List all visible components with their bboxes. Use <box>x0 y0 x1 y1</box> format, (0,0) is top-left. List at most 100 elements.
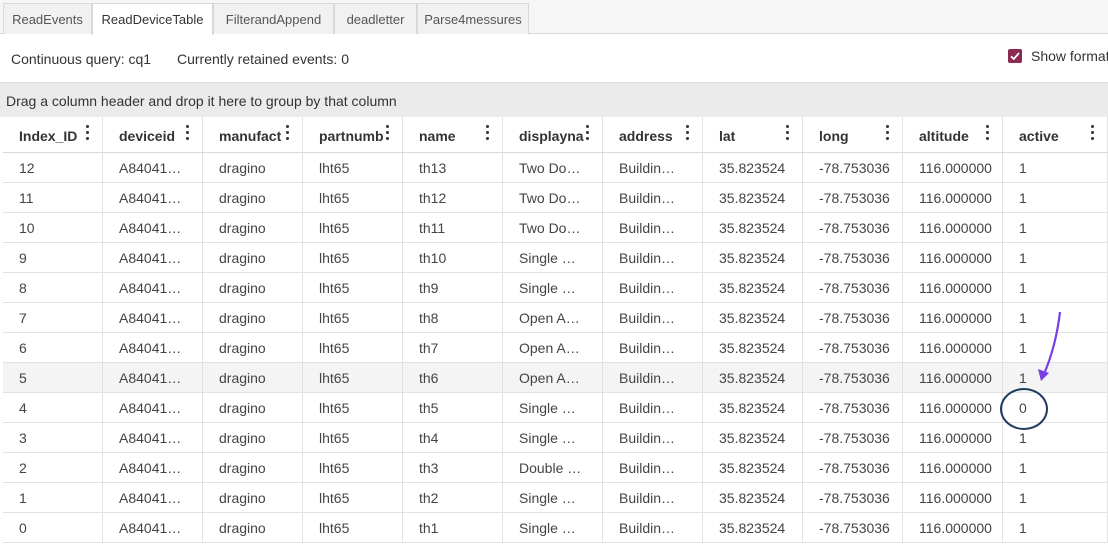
table-row[interactable]: 11 A84041… dragino lht65 th12 Two Do… Buildin…… <box>3 183 1108 213</box>
table-row[interactable]: 5 A84041… dragino lht65 th6 Open A… Buildin… 35… <box>3 363 1108 393</box>
cell-value: 35.823524 <box>719 220 786 236</box>
column-header-manufact[interactable]: manufact <box>203 117 303 152</box>
table-row[interactable]: 3 A84041… dragino lht65 th4 Single … Buildin… 3… <box>3 423 1108 453</box>
cell-value: 10 <box>19 220 35 236</box>
cell-value: Buildin… <box>619 310 676 326</box>
cell-value: 35.823524 <box>719 460 786 476</box>
column-menu-icon[interactable] <box>286 125 290 141</box>
cell-value: -78.753036 <box>819 250 890 266</box>
cell-manufact: dragino <box>203 303 303 332</box>
checkbox-checked-icon[interactable] <box>1008 49 1022 63</box>
cell-value: lht65 <box>319 460 350 476</box>
cell-value: th2 <box>419 490 439 506</box>
table-row[interactable]: 7 A84041… dragino lht65 th8 Open A… Buildin… 35… <box>3 303 1108 333</box>
table-row[interactable]: 6 A84041… dragino lht65 th7 Open A… Buildin… 35… <box>3 333 1108 363</box>
tab-readevents[interactable]: ReadEvents <box>3 3 92 34</box>
cell-address: Buildin… <box>603 513 703 542</box>
cell-value: 0 <box>19 520 27 536</box>
column-menu-icon[interactable] <box>886 125 890 141</box>
table-row[interactable]: 1 A84041… dragino lht65 th2 Single … Buildin… 3… <box>3 483 1108 513</box>
cell-manufact: dragino <box>203 213 303 242</box>
cell-lat: 35.823524 <box>703 153 803 182</box>
cell-deviceid: A84041… <box>103 243 203 272</box>
cell-active: 1 <box>1003 153 1108 182</box>
tab-readdevicetable[interactable]: ReadDeviceTable <box>92 3 213 35</box>
cell-value: 1 <box>1019 220 1027 236</box>
cell-value: dragino <box>219 370 266 386</box>
cell-displayna: Two Do… <box>503 183 603 212</box>
cell-index-id: 4 <box>3 393 103 422</box>
table-row[interactable]: 0 A84041… dragino lht65 th1 Single … Buildin… 3… <box>3 513 1108 543</box>
cell-value: A84041… <box>119 280 182 296</box>
cell-value: Buildin… <box>619 370 676 386</box>
table-row[interactable]: 2 A84041… dragino lht65 th3 Double … Buildin… 3… <box>3 453 1108 483</box>
cell-value: lht65 <box>319 340 350 356</box>
table-row[interactable]: 8 A84041… dragino lht65 th9 Single … Buildin… 3… <box>3 273 1108 303</box>
cell-value: Two Do… <box>519 220 581 236</box>
cell-lat: 35.823524 <box>703 483 803 512</box>
column-header-active[interactable]: active <box>1003 117 1108 152</box>
column-menu-icon[interactable] <box>186 125 190 141</box>
cell-name: th2 <box>403 483 503 512</box>
cell-value: Single … <box>519 280 576 296</box>
cell-value: lht65 <box>319 250 350 266</box>
column-header-deviceid[interactable]: deviceid <box>103 117 203 152</box>
cell-name: th3 <box>403 453 503 482</box>
group-by-drop-zone[interactable]: Drag a column header and drop it here to… <box>0 82 1108 117</box>
column-header-altitude[interactable]: altitude <box>903 117 1003 152</box>
table-row[interactable]: 12 A84041… dragino lht65 th13 Two Do… Buildin…… <box>3 153 1108 183</box>
table-row[interactable]: 4 A84041… dragino lht65 th5 Single … Buildin… 3… <box>3 393 1108 423</box>
column-menu-icon[interactable] <box>786 125 790 141</box>
table-row[interactable]: 10 A84041… dragino lht65 th11 Two Do… Buildin…… <box>3 213 1108 243</box>
column-header-displayna[interactable]: displayna <box>503 117 603 152</box>
cell-value: lht65 <box>319 160 350 176</box>
tab-deadletter[interactable]: deadletter <box>334 3 417 34</box>
cell-value: Buildin… <box>619 400 676 416</box>
cell-value: 116.000000 <box>919 460 992 476</box>
cell-address: Buildin… <box>603 303 703 332</box>
column-menu-icon[interactable] <box>686 125 690 141</box>
retained-events-label: Currently retained events: 0 <box>177 51 349 67</box>
cell-value: 7 <box>19 310 27 326</box>
column-header-long[interactable]: long <box>803 117 903 152</box>
tab-filterandappend[interactable]: FilterandAppend <box>213 3 334 34</box>
cell-name: th10 <box>403 243 503 272</box>
column-header-index-id[interactable]: Index_ID <box>3 117 103 152</box>
column-menu-icon[interactable] <box>86 125 90 141</box>
column-menu-icon[interactable] <box>486 125 490 141</box>
cell-altitude: 116.000000 <box>903 483 1003 512</box>
cell-altitude: 116.000000 <box>903 453 1003 482</box>
cell-partnumb: lht65 <box>303 303 403 332</box>
cell-partnumb: lht65 <box>303 483 403 512</box>
cell-altitude: 116.000000 <box>903 513 1003 542</box>
cell-value: Two Do… <box>519 160 581 176</box>
table-row[interactable]: 9 A84041… dragino lht65 th10 Single … Buildin…… <box>3 243 1108 273</box>
cell-value: 1 <box>1019 340 1027 356</box>
column-menu-icon[interactable] <box>1091 125 1095 141</box>
cell-value: 35.823524 <box>719 490 786 506</box>
cell-value: A84041… <box>119 370 182 386</box>
cell-altitude: 116.000000 <box>903 183 1003 212</box>
cell-lat: 35.823524 <box>703 273 803 302</box>
column-menu-icon[interactable] <box>986 125 990 141</box>
cell-long: -78.753036 <box>803 393 903 422</box>
cell-deviceid: A84041… <box>103 483 203 512</box>
column-header-address[interactable]: address <box>603 117 703 152</box>
cell-name: th6 <box>403 363 503 392</box>
column-menu-icon[interactable] <box>386 125 390 141</box>
cell-manufact: dragino <box>203 153 303 182</box>
cell-value: 1 <box>1019 430 1027 446</box>
cell-manufact: dragino <box>203 513 303 542</box>
cell-value: 116.000000 <box>919 430 992 446</box>
cell-altitude: 116.000000 <box>903 153 1003 182</box>
column-header-lat[interactable]: lat <box>703 117 803 152</box>
cell-value: A84041… <box>119 430 182 446</box>
cell-name: th13 <box>403 153 503 182</box>
column-menu-icon[interactable] <box>586 125 590 141</box>
cell-address: Buildin… <box>603 363 703 392</box>
column-header-partnumb[interactable]: partnumb <box>303 117 403 152</box>
cell-value: A84041… <box>119 220 182 236</box>
cell-index-id: 10 <box>3 213 103 242</box>
column-header-name[interactable]: name <box>403 117 503 152</box>
tab-parse4messures[interactable]: Parse4messures <box>417 3 529 34</box>
